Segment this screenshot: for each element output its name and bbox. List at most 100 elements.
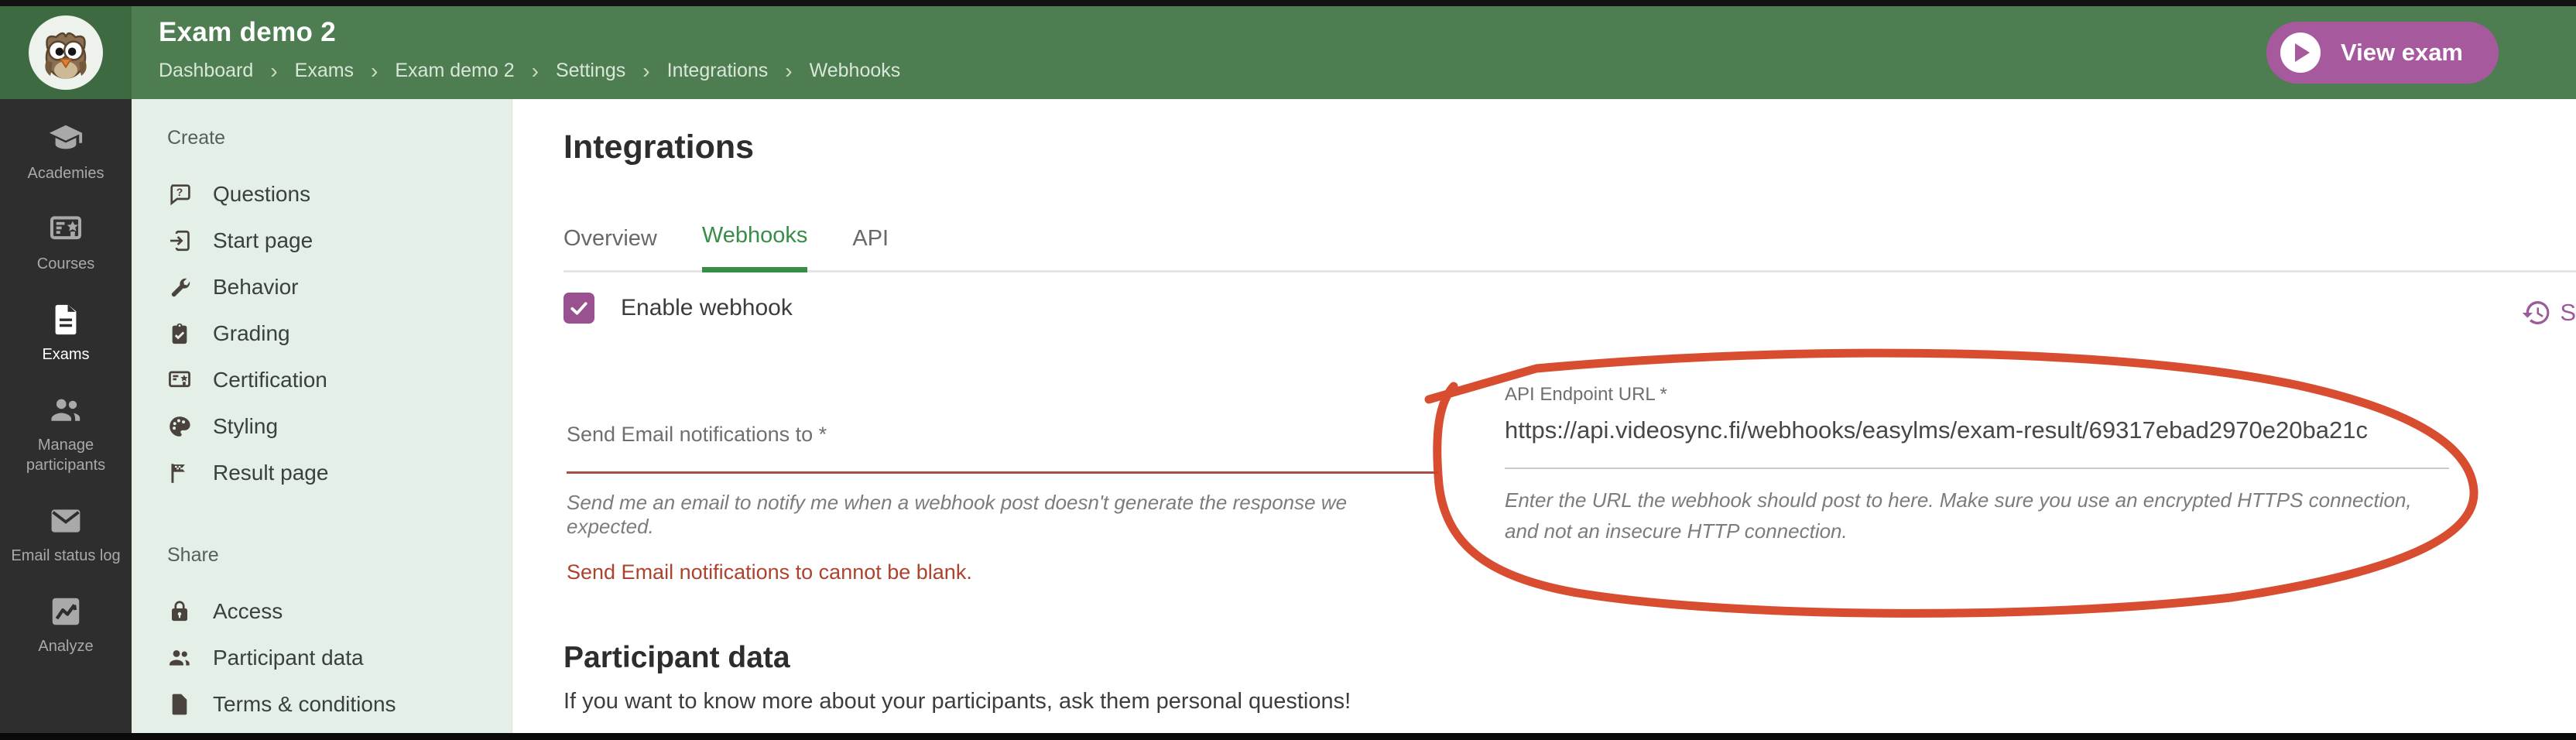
breadcrumb-separator: › <box>371 60 378 82</box>
bottom-letterbox-bar <box>0 733 2576 740</box>
email-status-log-icon <box>48 503 84 539</box>
app-window: Exam demo 2 Dashboard › Exams › Exam demo 2 ›… <box>0 0 2576 740</box>
email-notifications-error: Send Email notifications to cannot be bl… <box>567 560 1438 584</box>
breadcrumb-separator: › <box>532 60 539 82</box>
page-title: Exam demo 2 <box>159 17 900 48</box>
api-endpoint-label: API Endpoint URL * <box>1505 384 2449 406</box>
api-endpoint-underline <box>1505 468 2449 469</box>
email-notifications-field: Send Email notifications to * Send me an… <box>567 423 1438 584</box>
sidebar-item-label: Behavior <box>213 275 299 300</box>
sidebar-item-questions[interactable]: ? Questions <box>167 171 512 218</box>
breadcrumb-item-integrations[interactable]: Integrations <box>667 60 769 82</box>
sidebar-item-grading[interactable]: Grading <box>167 310 512 357</box>
breadcrumb-item-dashboard[interactable]: Dashboard <box>159 60 253 82</box>
api-endpoint-input[interactable]: https://api.videosync.fi/webhooks/easylm… <box>1505 416 2449 444</box>
participant-data-body: If you want to know more about your part… <box>564 689 1351 714</box>
access-icon <box>167 599 192 624</box>
sidebar-item-terms-conditions[interactable]: Terms & conditions <box>167 681 512 728</box>
api-endpoint-field: API Endpoint URL * https://api.videosync… <box>1505 384 2449 547</box>
owl-logo-icon <box>29 15 103 90</box>
sidebar-item-label: Courses <box>1 254 131 274</box>
breadcrumb: Dashboard › Exams › Exam demo 2 › Settings › Int… <box>159 60 900 82</box>
api-endpoint-helper: Enter the URL the webhook should post to… <box>1505 485 2418 547</box>
sidebar-item-label: Result page <box>213 461 328 485</box>
tab-overview[interactable]: Overview <box>564 226 657 270</box>
sidebar-item-label: Styling <box>213 414 278 439</box>
top-letterbox-bar <box>0 0 2576 6</box>
breadcrumb-item-webhooks[interactable]: Webhooks <box>810 60 901 82</box>
section-header-share: Share <box>167 544 512 567</box>
sidebar-item-analyze[interactable]: Analyze <box>1 594 131 656</box>
grading-icon <box>167 321 192 346</box>
svg-text:?: ? <box>176 186 183 198</box>
sidebar-item-participant-data[interactable]: Participant data <box>167 635 512 681</box>
certification-icon <box>167 368 192 392</box>
courses-icon <box>48 211 84 247</box>
sidebar-item-label: Participant data <box>213 646 364 670</box>
sidebar-item-courses[interactable]: Courses <box>1 211 131 274</box>
participant-data-title: Participant data <box>564 641 790 675</box>
behavior-icon <box>167 275 192 300</box>
sidebar-item-styling[interactable]: Styling <box>167 403 512 450</box>
history-icon <box>2521 297 2552 328</box>
breadcrumb-separator: › <box>785 60 792 82</box>
main-content: Integrations Overview Webhooks API Enable … <box>512 99 2576 733</box>
terms-icon <box>167 692 192 717</box>
sidebar-item-label: Certification <box>213 368 327 392</box>
enable-webhook-row: Enable webhook <box>564 293 793 324</box>
app-logo[interactable] <box>0 6 132 99</box>
participant-data-icon <box>167 646 192 670</box>
sidebar-item-label: Grading <box>213 321 290 346</box>
history-label-partial: S <box>2560 299 2576 327</box>
sidebar-item-exams[interactable]: Exams <box>1 302 131 365</box>
play-icon <box>2280 33 2321 73</box>
header-text: Exam demo 2 Dashboard › Exams › Exam demo 2 ›… <box>159 17 900 82</box>
academies-icon <box>48 121 84 156</box>
enable-webhook-checkbox[interactable] <box>564 293 594 324</box>
breadcrumb-item-exam-demo-2[interactable]: Exam demo 2 <box>395 60 514 82</box>
start-page-icon <box>167 228 192 253</box>
sidebar-item-label: Exams <box>1 344 131 365</box>
sidebar-item-label: Terms & conditions <box>213 692 396 717</box>
sidebar-item-email-status-log[interactable]: Email status log <box>1 503 131 566</box>
history-button[interactable]: S <box>2521 297 2576 328</box>
breadcrumb-separator: › <box>270 60 277 82</box>
sidebar-item-behavior[interactable]: Behavior <box>167 264 512 310</box>
sidebar-item-access[interactable]: Access <box>167 588 512 635</box>
tab-api[interactable]: API <box>852 226 889 270</box>
section-header-create: Create <box>167 127 512 149</box>
email-notifications-helper: Send me an email to notify me when a web… <box>567 491 1438 539</box>
sidebar-item-label: Access <box>213 599 283 624</box>
integrations-tabs: Overview Webhooks API <box>564 200 2576 272</box>
section-title: Integrations <box>564 128 754 166</box>
enable-webhook-label: Enable webhook <box>621 295 793 321</box>
sidebar-section-share: Share Access Participant data Terms & condi… <box>167 544 512 728</box>
breadcrumb-item-exams[interactable]: Exams <box>295 60 354 82</box>
questions-icon: ? <box>167 182 192 207</box>
sidebar-item-start-page[interactable]: Start page <box>167 218 512 264</box>
sidebar-item-label: Manage participants <box>1 435 131 475</box>
sidebar-item-certification[interactable]: Certification <box>167 357 512 403</box>
view-exam-label: View exam <box>2341 39 2463 67</box>
check-icon <box>567 296 591 320</box>
sidebar-item-label: Analyze <box>1 636 131 656</box>
breadcrumb-item-settings[interactable]: Settings <box>556 60 625 82</box>
primary-sidebar: Academies Courses Exams Manage participants… <box>0 99 132 733</box>
sidebar-item-label: Questions <box>213 182 310 207</box>
result-page-icon <box>167 461 192 485</box>
sidebar-item-academies[interactable]: Academies <box>1 121 131 183</box>
view-exam-button[interactable]: View exam <box>2266 22 2499 84</box>
email-notifications-label: Send Email notifications to * <box>567 423 1438 447</box>
tab-webhooks[interactable]: Webhooks <box>702 223 808 272</box>
styling-icon <box>167 414 192 439</box>
sidebar-item-label: Start page <box>213 228 313 253</box>
analyze-icon <box>48 594 84 629</box>
header: Exam demo 2 Dashboard › Exams › Exam demo 2 ›… <box>0 6 2576 99</box>
manage-participants-icon <box>48 392 84 428</box>
sidebar-item-result-page[interactable]: Result page <box>167 450 512 496</box>
email-notifications-input[interactable] <box>567 471 1438 474</box>
sidebar-item-label: Academies <box>1 163 131 183</box>
exam-settings-sidebar: Create? Questions Start page Behavior Gradin… <box>132 99 512 733</box>
sidebar-item-manage-participants[interactable]: Manage participants <box>1 392 131 475</box>
sidebar-item-label: Email status log <box>1 546 131 566</box>
